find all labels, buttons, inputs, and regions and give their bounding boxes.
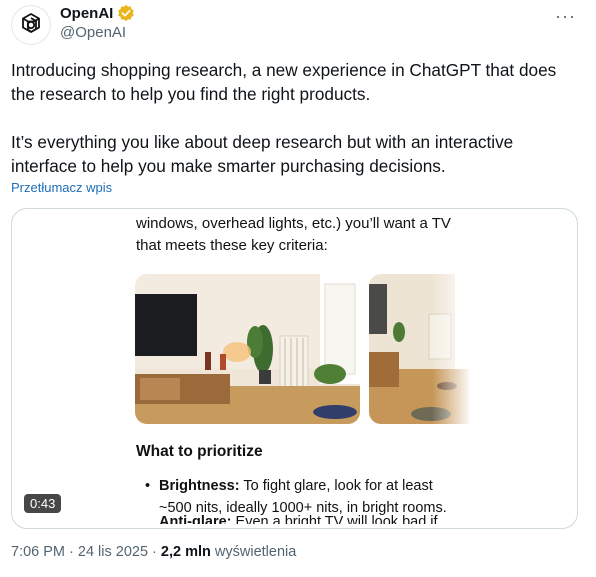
openai-logo-icon [22,13,40,33]
views-label: wyświetlenia [210,544,297,560]
tweet-date[interactable]: 24 lis 2025 [78,544,148,560]
author-name-row: OpenAI [60,4,135,22]
bullet-dot: • [145,478,151,494]
bullet-brightness-label: Brightness: [159,478,240,494]
tweet-time[interactable]: 7:06 PM [11,544,65,560]
verified-badge-icon [118,4,135,22]
meta-separator: · [65,544,78,560]
section-title: What to prioritize [136,443,263,460]
tweet-metadata: 7:06 PM · 24 lis 2025 · 2,2 mln wyświetl… [11,544,296,560]
tweet-paragraph-2: It’s everything you like about deep rese… [11,132,514,176]
video-caption-text: windows, overhead lights, etc.) you’ll w… [136,215,451,254]
bullet-antiglare-label: Anti-glare: [159,514,232,529]
bullet-antiglare-text: Even a bright TV will look bad if [231,514,438,529]
tweet-text: Introducing shopping research, a new exp… [11,58,581,178]
translate-post-link[interactable]: Przetłumacz wpis [11,180,112,195]
video-frame: windows, overhead lights, etc.) you’ll w… [12,209,577,528]
carousel-fade [432,269,472,429]
tweet-paragraph-1: Introducing shopping research, a new exp… [11,60,557,104]
author-name[interactable]: OpenAI [60,5,113,22]
meta-separator: · [148,544,161,560]
author-handle[interactable]: @OpenAI [60,24,126,41]
views-count: 2,2 mln [160,544,211,560]
video-duration-badge: 0:43 [24,494,62,513]
more-horizontal-icon: ··· [555,6,576,26]
living-room-photo-1 [135,274,360,424]
bullet-antiglare: Anti-glare: Even a bright TV will look b… [159,514,438,529]
more-options-button[interactable]: ··· [555,6,576,27]
avatar[interactable] [11,5,51,45]
video-media[interactable]: windows, overhead lights, etc.) you’ll w… [11,208,578,529]
